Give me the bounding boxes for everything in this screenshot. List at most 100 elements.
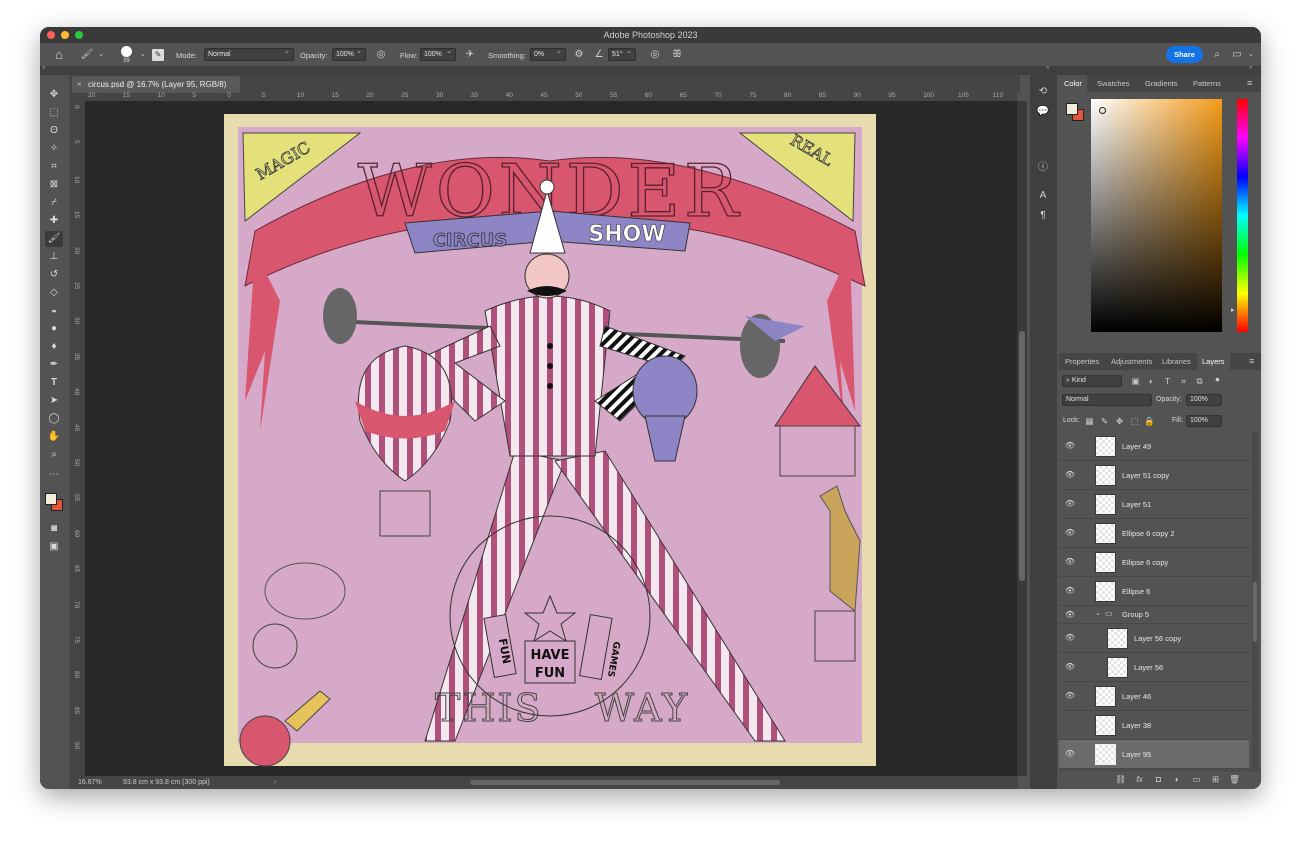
eye-icon[interactable]: 👁 xyxy=(1064,470,1076,480)
eye-icon[interactable]: 👁 xyxy=(1064,557,1076,567)
filter-shape-icon[interactable]: ⌗ xyxy=(1177,375,1190,387)
expand-toolbar-icon[interactable]: » xyxy=(42,65,45,71)
hue-slider-handle-icon[interactable]: ▸ xyxy=(1231,306,1235,314)
tab-libraries[interactable]: Libraries xyxy=(1162,353,1191,370)
layer-row[interactable]: 👁 Layer 56 copy xyxy=(1059,624,1249,653)
eye-icon[interactable]: 👁 xyxy=(1064,691,1076,701)
vertical-scroll-thumb[interactable] xyxy=(1019,331,1025,581)
ellipse-tool-icon[interactable]: ◯ xyxy=(45,411,63,427)
layer-group-row[interactable]: 👁 ⌄ ▭ Group 5 xyxy=(1059,606,1249,624)
marquee-tool-icon[interactable]: ⬚ xyxy=(45,105,63,121)
link-layers-icon[interactable]: ⛓ xyxy=(1114,773,1127,785)
crop-tool-icon[interactable]: ⌗ xyxy=(45,159,63,175)
quick-mask-icon[interactable]: ◙ xyxy=(45,521,63,537)
frame-tool-icon[interactable]: ⊠ xyxy=(45,177,63,193)
tab-adjustments[interactable]: Adjustments xyxy=(1111,353,1152,370)
tab-patterns[interactable]: Patterns xyxy=(1193,75,1221,92)
add-mask-icon[interactable]: ◘ xyxy=(1152,773,1165,785)
fill-input[interactable]: 100% xyxy=(1186,415,1222,427)
move-tool-icon[interactable]: ✥ xyxy=(45,87,63,103)
close-tab-icon[interactable]: × xyxy=(77,76,82,93)
airbrush-icon[interactable]: ✈ xyxy=(463,48,477,62)
comments-panel-icon[interactable]: 💬 xyxy=(1036,105,1050,119)
minimize-window-button[interactable] xyxy=(61,31,69,39)
close-window-button[interactable] xyxy=(47,31,55,39)
lock-transparency-icon[interactable]: ▦ xyxy=(1083,415,1096,427)
color-picker-field[interactable] xyxy=(1091,99,1222,332)
eye-icon[interactable]: 👁 xyxy=(1064,662,1076,672)
filter-toggle-icon[interactable]: ● xyxy=(1211,373,1224,385)
eraser-tool-icon[interactable]: ◇ xyxy=(45,285,63,301)
horizontal-scroll-thumb[interactable] xyxy=(470,780,780,785)
path-selection-tool-icon[interactable]: ➤ xyxy=(45,393,63,409)
brush-tool-icon[interactable]: 🖌 xyxy=(45,231,63,247)
eye-icon[interactable]: 👁 xyxy=(1064,441,1076,451)
vertical-scrollbar[interactable] xyxy=(1017,101,1027,776)
smoothing-input[interactable]: 0% xyxy=(530,46,566,61)
screen-mode-icon[interactable]: ▣ xyxy=(45,539,63,555)
lasso-tool-icon[interactable]: ʘ xyxy=(45,123,63,139)
pen-tool-icon[interactable]: ✒ xyxy=(45,357,63,373)
brush-preset-icon[interactable] xyxy=(121,46,132,57)
layer-row[interactable]: 👁 Layer 51 xyxy=(1059,490,1249,519)
tab-swatches[interactable]: Swatches xyxy=(1097,75,1130,92)
hidden-eye-icon[interactable]: ▫ xyxy=(1064,720,1076,730)
zoom-tool-icon[interactable]: ⌕ xyxy=(45,447,63,463)
mode-select[interactable]: Normal xyxy=(204,46,294,61)
dodge-tool-icon[interactable]: ♦ xyxy=(45,339,63,355)
color-picker-cursor[interactable] xyxy=(1099,107,1106,114)
tab-properties[interactable]: Properties xyxy=(1065,353,1099,370)
chevron-down-icon[interactable]: ⌄ xyxy=(1244,48,1258,62)
gear-icon[interactable]: ⚙ xyxy=(572,48,586,62)
pressure-size-icon[interactable]: ◎ xyxy=(648,48,662,62)
hue-slider[interactable]: ▸ xyxy=(1231,99,1248,332)
canvas-area[interactable]: MAGIC REAL WONDER CIRCUS SHOW xyxy=(85,101,1017,776)
info-panel-icon[interactable]: ⓘ xyxy=(1036,161,1050,175)
chevron-right-icon[interactable]: › xyxy=(274,776,276,789)
magic-wand-tool-icon[interactable]: ✧ xyxy=(45,141,63,157)
pressure-opacity-icon[interactable]: ◎ xyxy=(374,48,388,62)
eyedropper-tool-icon[interactable]: ⌿ xyxy=(45,195,63,211)
layers-scroll-thumb[interactable] xyxy=(1253,582,1257,642)
share-button[interactable]: Share xyxy=(1166,46,1203,63)
workspace-icon[interactable]: ▭ xyxy=(1230,48,1244,62)
layer-row[interactable]: 👁 Layer 49 xyxy=(1059,432,1249,461)
panel-menu-icon[interactable]: ≡ xyxy=(1249,353,1254,370)
blend-mode-select[interactable]: Normal xyxy=(1062,394,1152,406)
tab-layers[interactable]: Layers xyxy=(1197,353,1230,370)
zoom-window-button[interactable] xyxy=(75,31,83,39)
lock-artboard-icon[interactable]: ⬚ xyxy=(1128,415,1141,427)
eye-icon[interactable]: 👁 xyxy=(1064,633,1076,643)
panel-menu-icon[interactable]: ≡ xyxy=(1247,75,1252,92)
filter-pixel-icon[interactable]: ▣ xyxy=(1129,375,1142,387)
layers-scrollbar[interactable] xyxy=(1252,432,1258,770)
history-brush-tool-icon[interactable]: ↺ xyxy=(45,267,63,283)
chevron-down-icon[interactable]: ⌄ xyxy=(1095,609,1101,617)
search-icon[interactable]: ⌕ xyxy=(1210,48,1224,62)
paint-bucket-tool-icon[interactable]: ◒ xyxy=(45,303,63,319)
document-tab[interactable]: × circus.psd @ 16.7% (Layer 95, RGB/8) xyxy=(72,76,240,93)
history-panel-icon[interactable]: ⟲ xyxy=(1036,85,1050,99)
opacity-input[interactable]: 100% xyxy=(332,46,366,61)
blur-tool-icon[interactable]: ● xyxy=(45,321,63,337)
brush-tool-icon[interactable]: 🖌 xyxy=(80,48,94,62)
character-panel-icon[interactable]: A xyxy=(1036,189,1050,203)
chevron-down-icon[interactable]: ⌄ xyxy=(94,48,108,62)
new-layer-icon[interactable]: ⊞ xyxy=(1209,773,1222,785)
filter-smartobject-icon[interactable]: ⧉ xyxy=(1193,375,1206,387)
eye-icon[interactable]: 👁 xyxy=(1064,586,1076,596)
chevron-down-icon[interactable]: ⌄ xyxy=(136,48,150,62)
lock-all-icon[interactable]: 🔒 xyxy=(1143,415,1156,427)
eye-icon[interactable]: 👁 xyxy=(1064,499,1076,509)
color-panel-foreground-swatch[interactable] xyxy=(1066,103,1078,115)
layer-row[interactable]: 👁 Ellipse 6 xyxy=(1059,577,1249,606)
tab-color[interactable]: Color xyxy=(1059,75,1087,92)
layer-style-icon[interactable]: fx xyxy=(1133,773,1146,785)
layer-row-selected[interactable]: 👁 Layer 95 xyxy=(1059,740,1249,769)
type-tool-icon[interactable]: T xyxy=(45,375,63,391)
layer-row[interactable]: 👁 Layer 51 copy xyxy=(1059,461,1249,490)
healing-brush-tool-icon[interactable]: ✚ xyxy=(45,213,63,229)
eye-icon[interactable]: 👁 xyxy=(1064,528,1076,538)
lock-position-icon[interactable]: ✥ xyxy=(1113,415,1126,427)
layer-row[interactable]: ▫ Layer 38 xyxy=(1059,711,1249,740)
